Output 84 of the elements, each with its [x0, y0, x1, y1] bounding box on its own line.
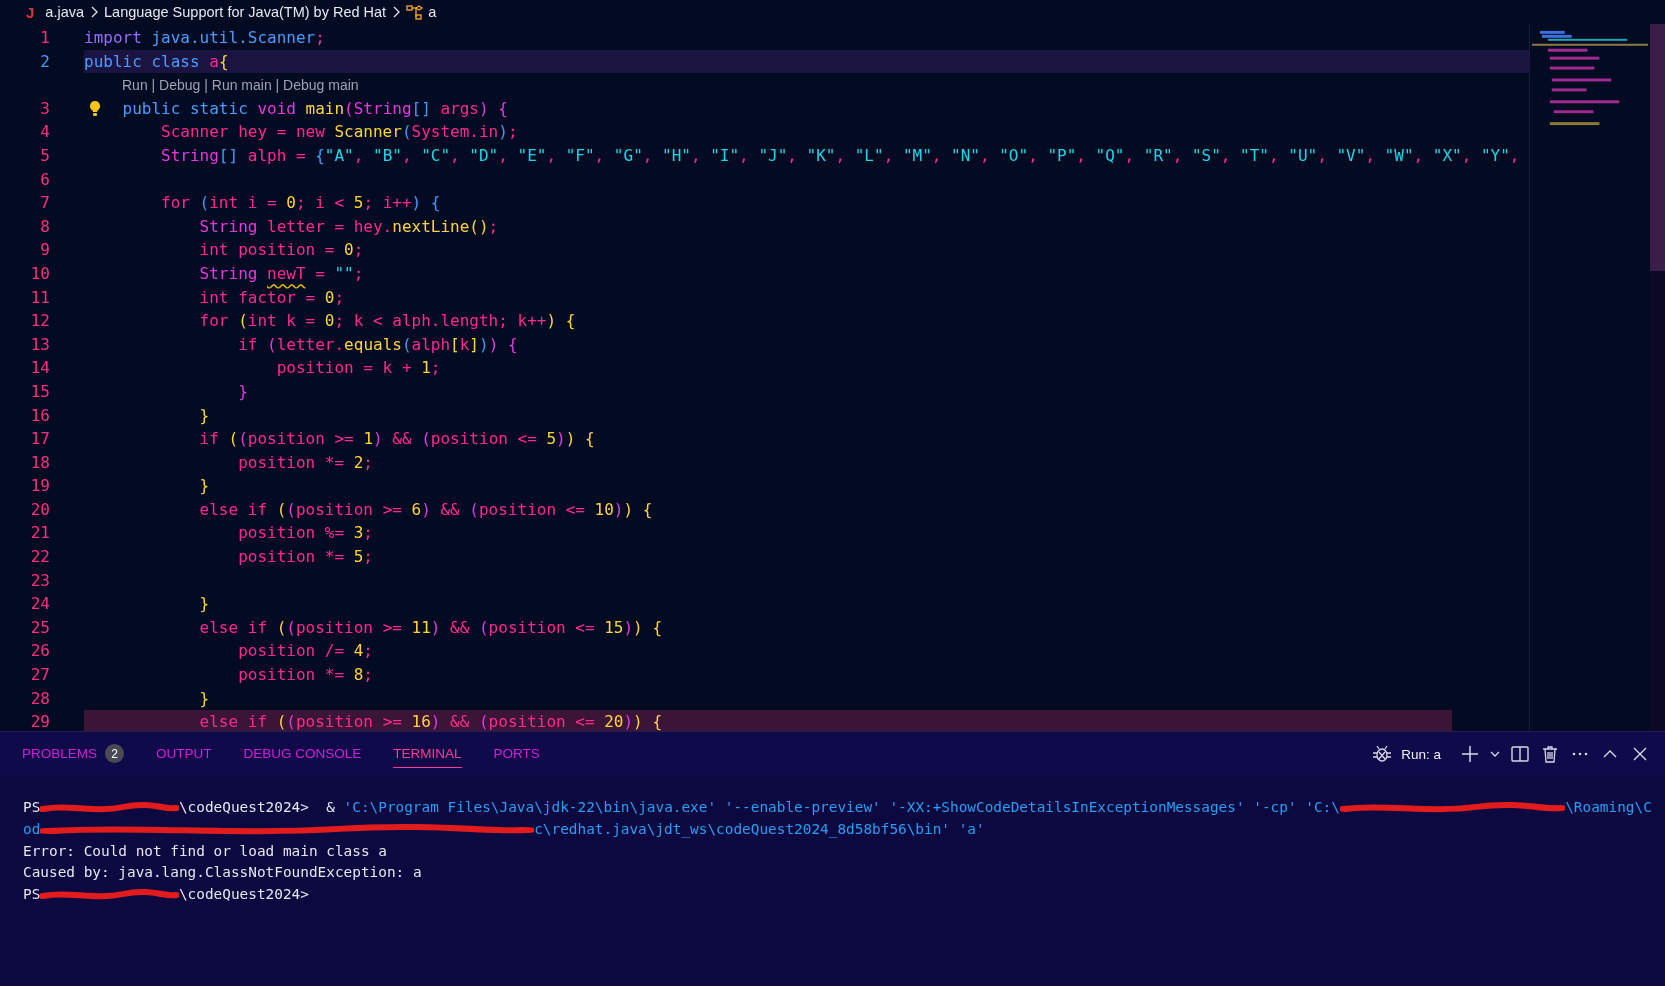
code-line: position %= 3;	[237, 522, 374, 545]
line-number: 6	[40, 168, 50, 191]
line-number: 25	[30, 616, 50, 639]
terminal-text: PS	[23, 798, 41, 817]
code-line: int position = 0;	[198, 239, 365, 262]
code-line: public static void main(String[] args) {	[84, 96, 1529, 121]
code-line: position /= 4;	[237, 640, 374, 663]
terminal-text: \codeQuest2024> &	[178, 798, 336, 817]
code-line: int factor = 0;	[198, 286, 346, 309]
code-line: }	[237, 380, 249, 403]
chevron-right-icon	[391, 6, 402, 18]
code-line: else if ((position >= 11) && (position <= 15)) {	[198, 616, 663, 639]
java-file-icon: J	[26, 3, 35, 21]
line-number: 22	[30, 546, 50, 569]
line-number: 1	[40, 27, 50, 49]
line-number: 21	[30, 522, 50, 545]
terminal-name[interactable]: Run: a	[1401, 746, 1441, 762]
code-line: String newT = "";	[198, 262, 365, 285]
chevron-right-icon	[89, 6, 100, 18]
codelens-links[interactable]: Run | Debug | Run main | Debug main	[122, 77, 359, 94]
code-line: Scanner hey = new Scanner(System.in);	[160, 121, 519, 144]
line-number: 4	[40, 121, 50, 144]
breadcrumb-item[interactable]: a	[428, 4, 437, 20]
line-number: 24	[30, 593, 50, 616]
code-line: for (int i = 0; i < 5; i++) {	[160, 192, 442, 215]
terminal-text: \Roaming\C	[1565, 798, 1652, 817]
line-number: 12	[30, 310, 50, 333]
code-line: else if ((position >= 6) && (position <= 10)) {	[198, 498, 654, 521]
code-line: if ((position >= 1) && (position <= 5)) {	[198, 428, 596, 451]
breadcrumb-item[interactable]: a.java	[45, 4, 85, 20]
code-line: String[] alph = {"A", "B", "C", "D", "E", "F", "G", "H", "I", "J", "K", "L", "M", "N", "O", "P", "Q", "R", "S", "T", "U", "V", "W", "X", "Y",	[160, 144, 1521, 167]
line-number: 17	[30, 428, 50, 451]
line-number: 14	[30, 357, 50, 380]
line-number: 18	[30, 451, 50, 474]
line-number: 10	[30, 262, 50, 285]
code-line: import java.util.Scanner;	[84, 27, 326, 49]
panel-tab[interactable]: PROBLEMS 2	[22, 738, 125, 770]
terminal-text: 'C:\Program Files\Java\jdk-22\bin\java.exe' '--enable-preview' '-XX:+ShowCodeDetailsInExceptionMessages' '-cp' 'C:\	[343, 798, 1340, 817]
line-number: 20	[30, 498, 50, 521]
lightbulb-icon[interactable]	[88, 99, 102, 117]
line-number: 27	[30, 664, 50, 687]
code-line: }	[198, 687, 211, 710]
scrollbar-thumb[interactable]	[1650, 24, 1665, 271]
line-number: 5	[40, 144, 50, 167]
terminal-text: PS	[23, 885, 41, 905]
plus-icon[interactable]	[1459, 743, 1481, 765]
count-badge: 2	[105, 744, 125, 763]
terminal-text: c\redhat.java\jdt_ws\codeQuest2024_8d58bf56\bin' 'a'	[534, 819, 985, 840]
code-line: position = k + 1;	[275, 357, 442, 380]
code-line: }	[198, 593, 211, 616]
line-number: 26	[30, 640, 50, 663]
line-number: 15	[30, 380, 50, 403]
terminal-text: Error: Could not find or load main class a	[23, 841, 387, 861]
line-number: 3	[40, 97, 50, 120]
terminal-text: Caused by: java.lang.ClassNotFoundException: a	[23, 863, 422, 883]
panel-tab[interactable]: DEBUG CONSOLE	[243, 740, 362, 768]
breadcrumb-item[interactable]: Language Support for Java(TM) by Red Hat	[104, 4, 387, 20]
line-number: 29	[30, 711, 50, 731]
line-number: 19	[30, 475, 50, 498]
line-number: 28	[30, 687, 50, 710]
code-line: for (int k = 0; k < alph.length; k++) {	[198, 310, 577, 333]
code-line: position *= 8;	[237, 664, 374, 687]
bug-icon[interactable]	[1371, 743, 1394, 765]
split-icon[interactable]	[1509, 743, 1531, 765]
code-line: position *= 2;	[237, 451, 374, 474]
panel-tab[interactable]: OUTPUT	[156, 740, 212, 768]
code-line: String letter = hey.nextLine();	[198, 215, 500, 238]
code-line: position *= 5;	[237, 546, 374, 569]
line-number: 2	[40, 50, 50, 73]
panel-tab[interactable]: TERMINAL	[393, 740, 462, 768]
code-line: if (letter.equals(alph[k])) {	[237, 333, 519, 356]
terminal-text: \codeQuest2024>	[178, 885, 309, 905]
code-line: }	[198, 404, 211, 427]
class-symbol-icon	[406, 4, 424, 20]
code-line: }	[198, 475, 211, 498]
terminal-text: od	[23, 819, 41, 839]
line-number: 16	[30, 404, 50, 427]
line-number: 11	[30, 286, 50, 309]
line-number: 23	[30, 569, 50, 592]
line-number: 9	[40, 239, 50, 262]
line-number: 8	[40, 215, 50, 238]
line-number: 13	[30, 333, 50, 356]
line-number: 7	[40, 192, 50, 215]
panel-tab[interactable]: PORTS	[493, 740, 540, 768]
